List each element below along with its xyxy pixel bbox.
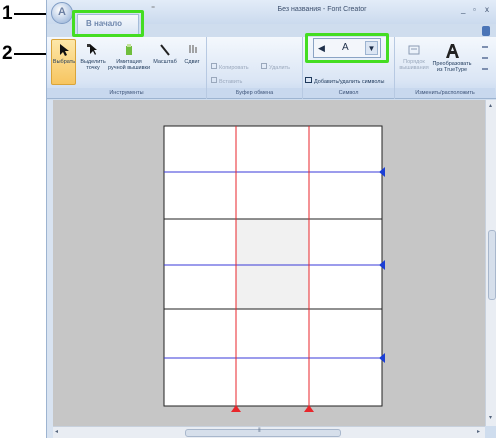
select-point-button-label: Выделить точку [80,59,106,71]
scroll-right-icon[interactable]: ▸ [477,428,480,435]
horizontal-scrollbar[interactable]: ◂ ⦀ ▸ [53,426,485,438]
scroll-left-icon[interactable]: ◂ [55,428,58,435]
truetype-a-icon [446,44,459,58]
select-point-button[interactable]: Выделить точку [79,43,107,71]
restore-button[interactable]: ▫ [473,5,476,14]
vertical-scroll-thumb[interactable] [488,230,496,300]
copy-icon [211,63,217,69]
close-button[interactable]: x [485,5,489,14]
stitch-order-label: Порядок вышивания [399,59,429,71]
paste-button[interactable]: Вставить [211,77,259,85]
add-remove-symbols-button[interactable]: Добавить/удалить символы [305,77,395,85]
shift-button-label: Сдвиг [184,59,200,65]
design-workspace[interactable] [53,100,485,426]
scroll-grip-icon: ⦀ [258,428,261,434]
simulate-embroidery-label: Имитация ручной вышивки [107,59,151,71]
hand-icon [189,45,197,53]
simulate-embroidery-button[interactable]: Имитация ручной вышивки [107,43,151,71]
ribbon-group-label-clipboard: Буфер обмена [207,88,302,98]
callout-number-2: 2 [2,43,13,64]
arrow-cursor-icon [60,44,69,56]
shift-button[interactable]: Сдвиг [179,43,205,65]
delete-button[interactable]: Удалить [261,63,301,71]
point-cursor-icon [87,44,97,55]
ribbon-group-label-change: Изменить/расположить [395,88,495,98]
ribbon-group-clipboard: Копировать Удалить Вставить Буфер обмена [207,37,303,99]
zoom-button-label: Масштаб [153,59,177,65]
character-cell [236,219,309,309]
home-tab-highlight [72,10,144,37]
magnifier-icon [160,44,170,56]
help-icon[interactable] [482,26,490,36]
ribbon-group-change: Порядок вышивания Преобразовать из TrueT… [395,37,495,99]
paste-button-label: Вставить [219,79,243,85]
add-remove-symbols-label: Добавить/удалить символы [314,79,385,85]
horizontal-scroll-thumb[interactable]: ⦀ [185,428,341,437]
more-tools-button[interactable] [477,43,493,79]
application-orb-icon: A [58,6,66,18]
copy-button[interactable]: Копировать [211,63,259,71]
minimize-button[interactable]: _ [461,5,465,14]
convert-truetype-label: Преобразовать из TrueType [432,61,472,73]
scroll-down-icon[interactable]: ▾ [489,414,492,421]
delete-icon [261,63,267,69]
quick-access-toolbar-menu-icon[interactable]: ⁼ [151,4,155,13]
add-symbol-icon [305,77,312,83]
ribbon-group-label-tools: Инструменты [47,88,206,98]
vertical-scrollbar[interactable]: ▴ ▾ [485,100,496,426]
app-window: A ⁼ Без названия - Font Creator _ ▫ x Вы… [46,0,496,438]
delete-button-label: Удалить [269,65,290,71]
design-page[interactable] [53,100,485,426]
paste-icon [211,77,217,83]
window-title: Без названия - Font Creator [277,6,367,13]
copy-button-label: Копировать [219,65,249,71]
more-tools-icon [482,46,488,70]
convert-truetype-button[interactable]: Преобразовать из TrueType [431,43,473,73]
callout-number-1: 1 [2,3,13,24]
symbol-selector-highlight [305,33,389,63]
zoom-button[interactable]: Масштаб [151,43,179,65]
needle-icon [126,44,132,55]
ribbon-group-label-symbol: Символ [303,88,394,98]
select-button-label: Выбрать [52,59,76,65]
stitch-order-icon [408,45,420,55]
ribbon-group-tools: Выбрать Выделить точку Имитация ручной в… [47,37,207,99]
stitch-order-button[interactable]: Порядок вышивания [397,43,431,71]
select-tool: Выбрать [51,43,77,65]
scroll-up-icon[interactable]: ▴ [489,102,492,109]
application-button[interactable]: A [51,2,73,24]
ribbon: Выбрать Выделить точку Имитация ручной в… [47,37,496,99]
